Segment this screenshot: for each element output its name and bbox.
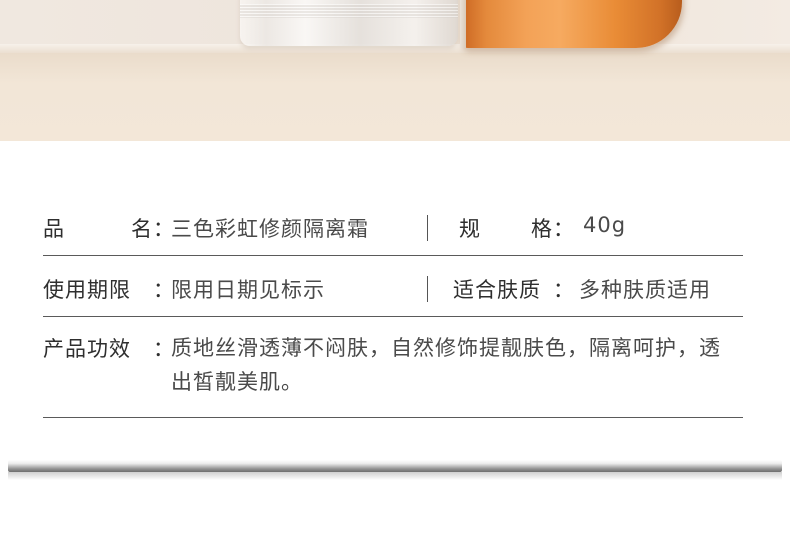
spec-value: 40g [583, 213, 627, 237]
spec-colon: ： [553, 217, 574, 241]
spec-row-shelf-skin: 使用期限 ： 限用日期见标示 适合肤质 ： 多种肤质适用 [43, 256, 743, 317]
skin-type-colon: ： [553, 278, 574, 302]
spec-table: 品 名 ： 三色彩虹修颜隔离霜 规 格 ： 40g 使用期限 ： 限用日期见标示… [43, 193, 743, 418]
skin-type-label: 适合肤质 [453, 278, 541, 302]
product-photo [0, 0, 790, 141]
bottom-shadow-divider [8, 460, 782, 480]
skin-type-value: 多种肤质适用 [579, 278, 711, 302]
spec-row-efficacy: 产品功效 ： 质地丝滑透薄不闷肤，自然修饰提靓肤色，隔离呵护，透出皙靓美肌。 [43, 317, 743, 418]
name-label: 品 名 [43, 217, 153, 241]
efficacy-value: 质地丝滑透薄不闷肤，自然修饰提靓肤色，隔离呵护，透出皙靓美肌。 [171, 336, 721, 394]
orange-jar-cap [460, 0, 682, 48]
name-value: 三色彩虹修颜隔离霜 [171, 217, 369, 241]
glass-jar-base [240, 0, 458, 46]
column-divider [427, 215, 428, 241]
spec-row-name-size: 品 名 ： 三色彩虹修颜隔离霜 规 格 ： 40g [43, 193, 743, 256]
shelf-life-value: 限用日期见标示 [171, 278, 325, 302]
shelf-life-label: 使用期限 [43, 278, 131, 302]
spec-label: 规 格 [459, 217, 553, 241]
photo-shelf-surface [0, 53, 790, 141]
column-divider [427, 276, 428, 302]
efficacy-label: 产品功效 [43, 337, 131, 361]
